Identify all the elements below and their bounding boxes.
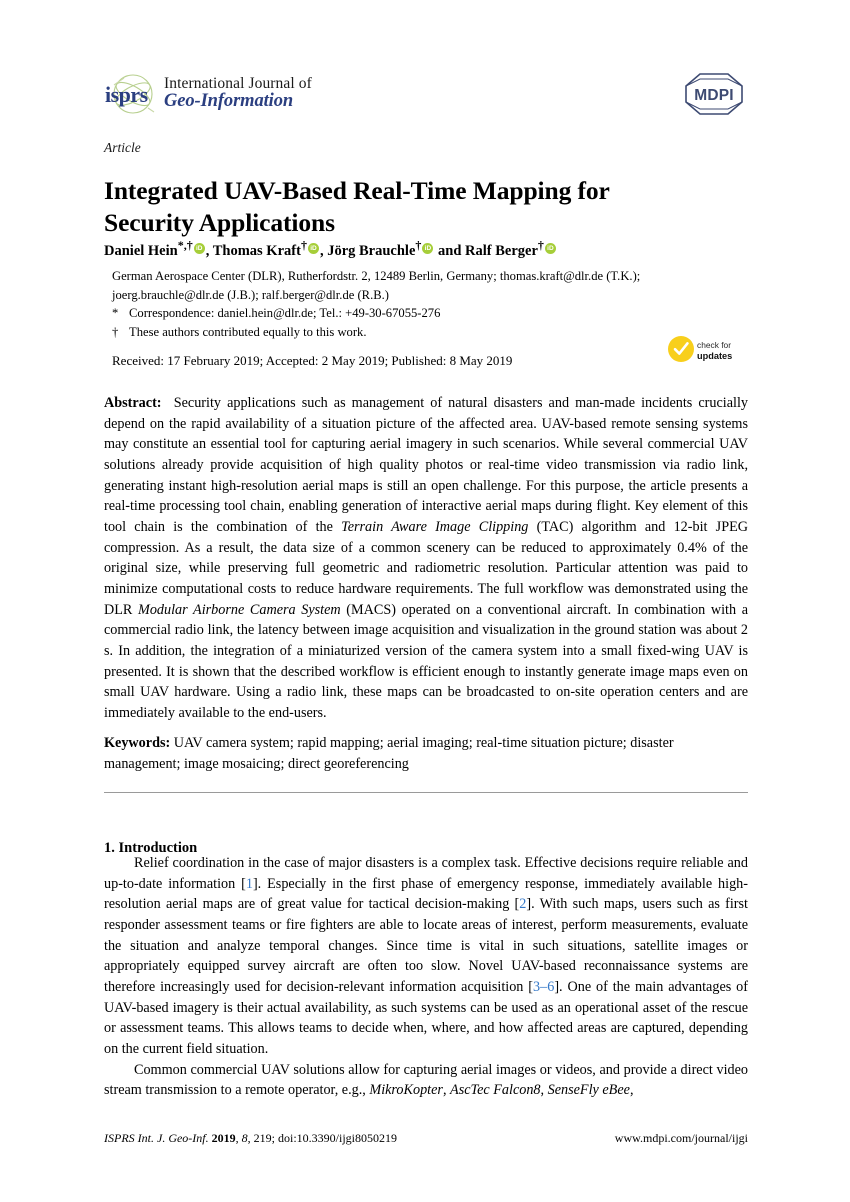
keywords-block: Keywords: UAV camera system; rapid mappi… bbox=[104, 733, 748, 774]
dagger-marker: † bbox=[112, 324, 119, 339]
footer-article-number: 219 bbox=[253, 1131, 272, 1145]
check-for-updates-text: check for updates bbox=[697, 340, 733, 361]
paper-page: isprs International Journal of Geo-Infor… bbox=[0, 0, 850, 1202]
author-mark: *,† bbox=[177, 238, 193, 252]
footer-url[interactable]: www.mdpi.com/journal/ijgi bbox=[615, 1131, 748, 1146]
journal-title-block: International Journal of Geo-Information bbox=[164, 74, 312, 112]
author-separator: , bbox=[205, 242, 213, 259]
svg-text:isprs: isprs bbox=[105, 82, 149, 107]
article-type-label: Article bbox=[104, 140, 141, 155]
page-footer: ISPRS Int. J. Geo-Inf. 2019, 8, 219; doi… bbox=[104, 1131, 748, 1146]
author-mark: † bbox=[300, 238, 307, 252]
abstract-block: Abstract: Security applications such as … bbox=[104, 393, 748, 724]
keywords-text: UAV camera system; rapid mapping; aerial… bbox=[104, 735, 674, 772]
orcid-icon[interactable] bbox=[307, 242, 319, 254]
footer-citation: ISPRS Int. J. Geo-Inf. 2019, 8, 219; doi… bbox=[104, 1131, 397, 1145]
paragraph: Common commercial UAV solutions allow fo… bbox=[104, 1061, 748, 1099]
publication-dates: Received: 17 February 2019; Accepted: 2 … bbox=[112, 353, 513, 368]
body-text: Relief coordination in the case of major… bbox=[104, 853, 748, 1101]
badge-line1: check for bbox=[697, 340, 731, 351]
svg-text:MDPI: MDPI bbox=[694, 87, 734, 104]
paragraph: Relief coordination in the case of major… bbox=[104, 855, 749, 1057]
author-name: Ralf Berger bbox=[465, 242, 538, 259]
correspondence-line: * Correspondence: daniel.hein@dlr.de; Tel… bbox=[112, 304, 752, 323]
footer-doi: doi:10.3390/ijgi8050219 bbox=[277, 1131, 397, 1145]
page-title: Integrated UAV-Based Real-Time Mapping f… bbox=[104, 176, 610, 238]
author-list: Daniel Hein*,†, Thomas Kraft†, Jörg Brau… bbox=[104, 238, 748, 261]
abstract-italic-term: Terrain Aware Image Clipping bbox=[341, 518, 529, 535]
abstract-label: Abstract: bbox=[104, 395, 162, 411]
journal-title-line2: Geo-Information bbox=[164, 91, 294, 112]
journal-title-line1: International Journal of bbox=[164, 74, 312, 92]
correspondence-text: Correspondence: daniel.hein@dlr.de; Tel.… bbox=[129, 306, 441, 320]
affiliation-line: German Aerospace Center (DLR), Rutherfor… bbox=[112, 269, 641, 283]
mdpi-logo-icon: MDPI bbox=[680, 70, 748, 118]
product-name: SenseFly eBee bbox=[547, 1082, 630, 1099]
orcid-icon[interactable] bbox=[422, 242, 434, 254]
section-divider bbox=[104, 792, 748, 793]
orcid-icon[interactable] bbox=[193, 242, 205, 254]
author-name: Daniel Hein bbox=[104, 242, 178, 259]
check-for-updates-badge[interactable]: check for updates bbox=[668, 335, 750, 367]
product-name: MikroKopter bbox=[369, 1082, 443, 1099]
orcid-icon[interactable] bbox=[544, 242, 556, 254]
footer-year: 2019 bbox=[211, 1131, 236, 1145]
author-name: Thomas Kraft bbox=[212, 242, 301, 259]
badge-line2: updates bbox=[697, 350, 733, 361]
abstract-italic-term: Modular Airborne Camera System bbox=[138, 601, 341, 618]
journal-logo: isprs International Journal of Geo-Infor… bbox=[104, 68, 312, 120]
check-circle-icon bbox=[668, 335, 694, 367]
footer-journal-name: ISPRS Int. J. Geo-Inf. bbox=[104, 1131, 209, 1145]
correspondence-marker: * bbox=[112, 306, 119, 320]
masthead: isprs International Journal of Geo-Infor… bbox=[104, 68, 748, 126]
equal-contribution-text: These authors contributed equally to thi… bbox=[129, 324, 367, 339]
affiliation-line: joerg.brauchle@dlr.de (J.B.); ralf.berge… bbox=[112, 287, 389, 302]
isprs-globe-icon: isprs bbox=[104, 68, 160, 120]
abstract-text: Security applications such as management… bbox=[104, 395, 749, 721]
citation-link[interactable]: 3–6 bbox=[533, 979, 554, 995]
equal-contribution-line: † These authors contributed equally to th… bbox=[112, 323, 752, 342]
product-name: AscTec Falcon8 bbox=[450, 1082, 541, 1099]
footer-volume: 8 bbox=[241, 1131, 248, 1145]
affiliation-block: German Aerospace Center (DLR), Rutherfor… bbox=[112, 267, 752, 341]
author-mark: † bbox=[537, 238, 544, 252]
citation-link[interactable]: 1 bbox=[246, 876, 253, 892]
author-name: Jörg Brauchle bbox=[327, 242, 416, 259]
author-conjunction: and bbox=[438, 242, 462, 259]
author-mark: † bbox=[415, 238, 422, 252]
keywords-label: Keywords: bbox=[104, 735, 171, 751]
